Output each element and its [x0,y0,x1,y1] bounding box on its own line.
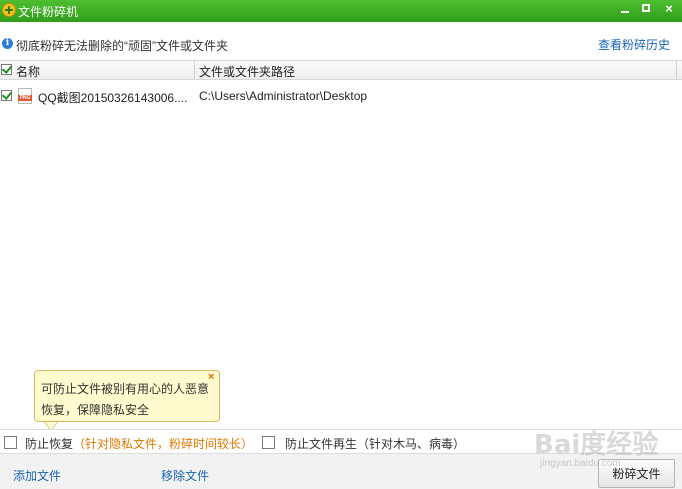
file-name-cell: QQ截图20150326143006.... [38,91,188,105]
tooltip-text-line2: 恢复，保障隐私安全 [41,403,150,417]
view-history-link[interactable]: 查看粉碎历史 [598,36,670,53]
png-file-icon [18,88,32,104]
file-path-cell: C:\Users\Administrator\Desktop [199,89,368,103]
prevent-recovery-text: 防止恢复 [25,437,74,451]
minimize-button[interactable] [614,0,636,20]
remove-file-link[interactable]: 移除文件 [161,467,209,484]
file-list-header: 名称 文件或文件夹路径 [0,60,682,80]
select-all-checkbox[interactable] [1,64,12,75]
info-icon: i [2,38,13,49]
prevent-recovery-checkbox[interactable] [4,436,17,449]
shredder-app-icon [2,3,16,17]
maximize-button[interactable] [636,0,658,20]
close-button[interactable]: × [658,0,680,20]
column-header-name[interactable]: 名称 [16,63,40,80]
title-bar: 文件粉碎机 × [0,0,682,22]
prevent-recovery-note: （针对隐私文件，粉碎时间较长） [73,437,254,451]
column-header-path[interactable]: 文件或文件夹路径 [199,63,295,80]
row-checkbox[interactable] [1,90,12,101]
column-divider[interactable] [676,61,677,79]
tooltip: 可防止文件被别有用心的人恶意 恢复，保障隐私安全 × [34,370,220,431]
column-divider[interactable] [194,61,195,79]
window-title: 文件粉碎机 [18,5,79,19]
prevent-recovery-label[interactable]: 防止恢复（针对隐私文件，粉碎时间较长） [25,435,253,452]
shred-button[interactable]: 粉碎文件 [598,459,675,488]
prevent-regeneration-label[interactable]: 防止文件再生（针对木马、病毒） [285,435,465,452]
tooltip-close-icon[interactable]: × [208,371,214,383]
add-file-link[interactable]: 添加文件 [13,467,61,484]
prevent-regeneration-checkbox[interactable] [262,436,275,449]
footer-bar: 添加文件 移除文件 粉碎文件 [0,454,682,489]
options-bar: 防止恢复（针对隐私文件，粉碎时间较长） 防止文件再生（针对木马、病毒） [0,429,682,454]
table-row[interactable]: QQ截图20150326143006.... C:\Users\Administ… [0,86,682,106]
info-bar: i 彻底粉碎无法删除的“顽固”文件或文件夹 查看粉碎历史 [0,22,682,60]
tooltip-text-line1: 可防止文件被别有用心的人恶意 [41,382,210,396]
info-text: 彻底粉碎无法删除的“顽固”文件或文件夹 [16,39,228,53]
